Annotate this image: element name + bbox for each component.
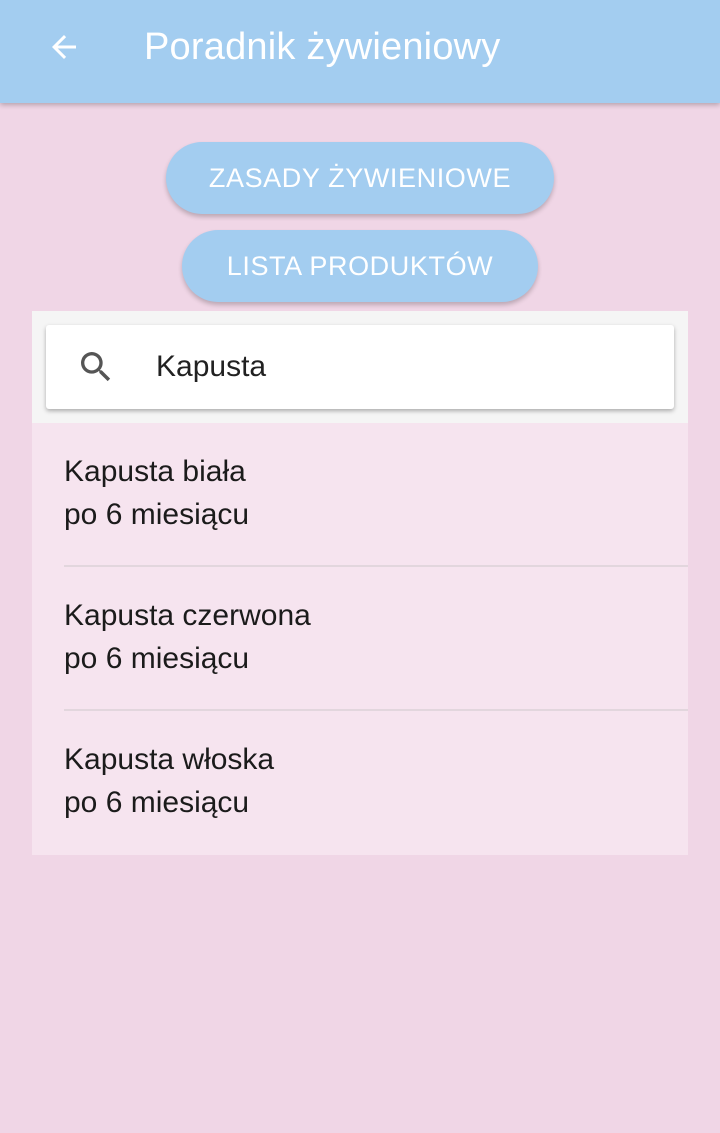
search-panel xyxy=(32,311,688,423)
app-bar: Poradnik żywieniowy xyxy=(0,0,720,103)
page-title: Poradnik żywieniowy xyxy=(144,26,501,68)
search-box xyxy=(46,325,674,409)
list-item[interactable]: Kapusta włoska po 6 miesiącu xyxy=(32,711,688,855)
arrow-left-icon xyxy=(52,35,76,59)
list-item[interactable]: Kapusta biała po 6 miesiącu xyxy=(32,423,688,567)
product-name: Kapusta czerwona xyxy=(64,599,311,632)
results-list: Kapusta biała po 6 miesiącu Kapusta czer… xyxy=(32,423,688,855)
nutrition-rules-button[interactable]: ZASADY ŻYWIENIOWE xyxy=(166,142,554,214)
product-age: po 6 miesiącu xyxy=(64,786,250,819)
list-item[interactable]: Kapusta czerwona po 6 miesiącu xyxy=(32,567,688,711)
product-name: Kapusta włoska xyxy=(64,743,275,776)
product-list-button[interactable]: LISTA PRODUKTÓW xyxy=(182,230,538,302)
product-age: po 6 miesiącu xyxy=(64,498,250,531)
back-button[interactable] xyxy=(34,17,94,77)
search-icon xyxy=(81,352,111,382)
product-name: Kapusta biała xyxy=(64,455,246,488)
product-age: po 6 miesiącu xyxy=(64,642,250,675)
search-input[interactable] xyxy=(156,341,656,393)
